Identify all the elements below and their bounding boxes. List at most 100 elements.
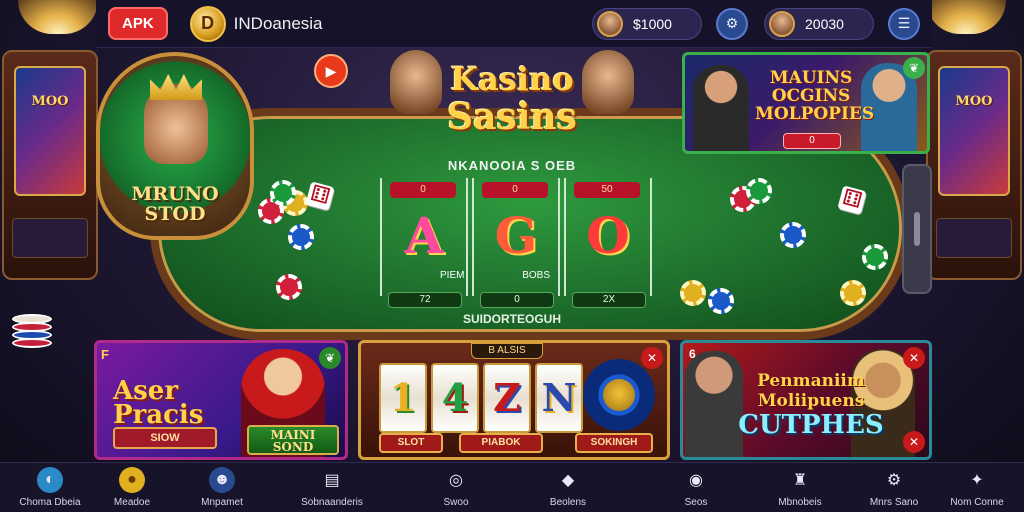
nav-label: Beolens	[549, 497, 587, 508]
nav-item-mnpamet[interactable]: ☻ Mnpamet	[172, 465, 272, 511]
lane-letter: A	[404, 206, 444, 265]
apk-button[interactable]: APK	[108, 7, 168, 40]
nav-item-mnrs-sano[interactable]: ⚙ Mnrs Sano	[844, 465, 944, 511]
soking-button[interactable]: SOKINGH	[575, 433, 653, 453]
card-flag: 6	[689, 347, 696, 361]
slot-button[interactable]: SLOT	[379, 433, 443, 453]
game-card-cutphes[interactable]: 6 Penmaniim Moliipuens CUTPHES ✕ ✕	[680, 340, 932, 460]
nav-item-nom-conne[interactable]: ✦ Nom Conne	[930, 465, 1024, 511]
nav-label: Meadoe	[113, 497, 151, 508]
card-title: Aser Pracis	[113, 378, 204, 430]
slot-reel: Z	[483, 363, 531, 433]
promo-card-top-right[interactable]: MAUINS OCGINS MOLPOPIES 0 ❦	[682, 52, 930, 154]
nav-label: Nom Conne	[950, 497, 1004, 508]
card3-character-left	[685, 351, 743, 457]
promo-button[interactable]: 0	[783, 133, 841, 149]
slot-reel: 4	[431, 363, 479, 433]
logo-text: Kasino Sasins	[424, 60, 600, 136]
promo-title-line3: MOLPOPIES	[755, 104, 875, 124]
mascot-medal-icon	[583, 359, 655, 431]
logo-line1: Kasino	[450, 60, 574, 98]
game-card-aser-pracis[interactable]: F Aser Pracis SIOW MAINI SOND ❦	[94, 340, 348, 460]
lever-knob	[914, 212, 920, 246]
cabinet-deck-right	[936, 218, 1012, 258]
mascot-face	[603, 379, 635, 411]
card1-button[interactable]: SIOW	[113, 427, 217, 449]
hero-logo: Kasino Sasins	[384, 48, 640, 152]
card1-title-line2: Pracis	[113, 400, 204, 430]
poker-chip[interactable]	[862, 244, 888, 270]
settings-icon[interactable]: ⚙	[716, 7, 748, 40]
slot-lever[interactable]	[902, 164, 932, 294]
gear-icon: ⚙	[886, 472, 902, 489]
table-midline: PIEM BOBS	[440, 270, 550, 281]
close-icon[interactable]: ✕	[641, 347, 663, 369]
poker-chip[interactable]	[270, 180, 296, 206]
poker-chip[interactable]	[840, 280, 866, 306]
cabinet-deck-left	[12, 218, 88, 258]
document-icon: ▤	[324, 472, 340, 489]
location-icon: ◎	[449, 472, 463, 489]
promo-title-line1: MAUINS	[769, 68, 853, 88]
balance-pill-1[interactable]: $1000	[592, 7, 702, 40]
ceiling-lamp-left	[18, 0, 98, 34]
nav-label: Mbnobeis	[778, 497, 822, 508]
bet-lane-o[interactable]: 50 O 2X	[564, 178, 652, 308]
lane-tag: 50	[574, 182, 640, 198]
balance-value-1: $1000	[633, 15, 672, 32]
player-avatar-icon	[769, 10, 795, 37]
medallion-title: MRUNO STOD	[114, 184, 236, 224]
poker-chip[interactable]	[276, 274, 302, 300]
poker-chip[interactable]	[780, 222, 806, 248]
menu-icon[interactable]: ☰	[888, 7, 920, 40]
leaf-icon[interactable]: ❦	[903, 57, 925, 79]
balance-value-2: 20030	[805, 15, 844, 32]
nav-item-swoo[interactable]: ◎ Swoo	[406, 465, 506, 511]
bet-lanes: 0 A 72 0 G 0 50 O 2X	[360, 178, 660, 308]
card3-title: Penmaniim Moliipuens CUTPHES	[737, 371, 885, 439]
lane-bet: 0	[480, 292, 554, 308]
nav-item-beolens[interactable]: ◆ Beolens	[518, 465, 618, 511]
promo-character-left	[693, 65, 749, 151]
nav-label: Sobnaanderis	[301, 497, 363, 508]
medallion-title-line2: STOD	[144, 203, 206, 225]
midline-right: BOBS	[522, 270, 550, 281]
nav-item-sobnaanderis[interactable]: ▤ Sobnaanderis	[282, 465, 382, 511]
piabok-button[interactable]: PIABOK	[459, 433, 543, 453]
nav-label: Seos	[684, 497, 708, 508]
leaf-icon[interactable]: ❦	[319, 347, 341, 369]
close-icon[interactable]: ✕	[903, 431, 925, 453]
region-name: INDoanesia	[233, 13, 323, 33]
midline-left: PIEM	[440, 270, 465, 281]
lane-letter: O	[586, 206, 630, 265]
slot-reel: 1	[379, 363, 427, 433]
bottom-nav: ◐ Choma Dbeia ● Meadoe ☻ Mnpamet ▤ Sobna…	[0, 462, 1024, 512]
poker-chip[interactable]	[708, 288, 734, 314]
card2-badge: B ALSIS	[471, 343, 543, 359]
play-icon[interactable]: ▶	[314, 54, 348, 88]
chat-icon: ◉	[689, 472, 703, 489]
game-card-slots[interactable]: B ALSIS 1 4 Z N SLOT PIABOK SOKINGH ✕	[358, 340, 670, 460]
lane-tag: 0	[482, 182, 548, 198]
close-icon[interactable]: ✕	[903, 347, 925, 369]
lane-letter: G	[494, 206, 538, 265]
cabinet-label-right: MOO	[955, 94, 993, 109]
poker-chip[interactable]	[746, 178, 772, 204]
lane-tag: 0	[390, 182, 456, 198]
globe-icon: ◐	[37, 467, 63, 493]
nav-item-mbnobeis[interactable]: ♜ Mbnobeis	[750, 465, 850, 511]
card-flag: F	[101, 347, 109, 362]
lane-bet: 2X	[572, 292, 646, 308]
poker-chip[interactable]	[288, 224, 314, 250]
cabinet-label-left: MOO	[31, 94, 69, 109]
featured-character-medallion[interactable]: MRUNO STOD	[96, 52, 254, 240]
balance-pill-2[interactable]: 20030	[764, 7, 874, 40]
nav-item-seos[interactable]: ◉ Seos	[646, 465, 746, 511]
poker-chip[interactable]	[680, 280, 706, 306]
nav-item-meadoe[interactable]: ● Meadoe	[82, 465, 182, 511]
medallion-title-line1: MRUNO	[131, 183, 219, 205]
promo-title-line2: OCGINS	[771, 86, 851, 106]
card1-banner-line2: SOND	[272, 440, 314, 454]
diamond-icon: ◆	[561, 472, 575, 489]
player-avatar-icon	[597, 10, 623, 37]
